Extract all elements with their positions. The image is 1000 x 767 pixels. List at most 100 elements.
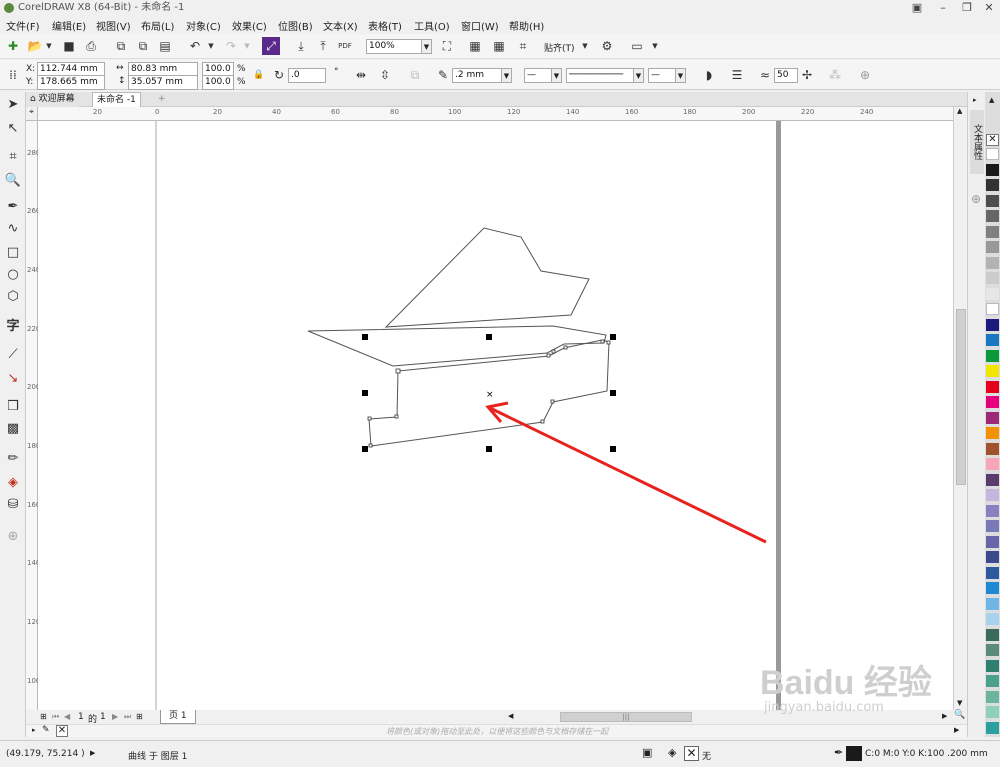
crop-tool-icon[interactable]: ⌗ — [4, 148, 22, 166]
palette-swatch[interactable] — [986, 148, 999, 160]
lock-ratio-icon[interactable]: 🔒 — [250, 66, 268, 84]
save-icon[interactable]: ■ — [60, 37, 78, 55]
scroll-up-icon[interactable]: ▲ — [957, 107, 962, 115]
tab-document[interactable]: 未命名 -1 — [92, 92, 141, 107]
node-handle[interactable] — [546, 353, 551, 358]
palette-swatch[interactable] — [986, 613, 999, 625]
selection-handle[interactable] — [362, 446, 368, 452]
import-icon[interactable]: ⤓ — [292, 37, 310, 55]
wrap-text-icon[interactable]: ☰ — [728, 66, 746, 84]
menu-view[interactable]: 视图(V) — [96, 18, 131, 33]
menu-text[interactable]: 文本(X) — [323, 18, 358, 33]
export-icon[interactable]: ⤒ — [314, 37, 332, 55]
hscroll-left-icon[interactable]: ◀ — [508, 712, 513, 720]
palette-swatch[interactable] — [986, 318, 999, 331]
node-handle[interactable] — [395, 368, 401, 374]
menu-object[interactable]: 对象(C) — [186, 18, 221, 33]
ruler-origin-icon[interactable]: ⌖ — [26, 107, 38, 121]
palette-swatch[interactable] — [986, 659, 999, 672]
palette-swatch[interactable] — [986, 628, 999, 641]
mirror-vertical-icon[interactable]: ⇳ — [376, 66, 394, 84]
new-tab-icon[interactable]: + — [154, 92, 170, 107]
palette-swatch[interactable] — [986, 225, 999, 238]
height-input[interactable]: 35.057 mm — [128, 75, 198, 90]
color-proof-icon[interactable]: ▣ — [642, 746, 652, 759]
end-arrowhead-dropdown-icon[interactable]: ▼ — [675, 68, 686, 83]
redo-dropdown-icon[interactable]: ▼ — [238, 37, 256, 55]
palette-swatch[interactable] — [986, 241, 999, 253]
palette-swatch[interactable] — [986, 272, 999, 284]
menu-window[interactable]: 窗口(W) — [461, 18, 499, 33]
snap-to-menu[interactable]: 贴齐(T) — [544, 41, 575, 54]
horizontal-scroll-thumb[interactable]: ||| — [560, 712, 692, 722]
upper-shape[interactable] — [384, 227, 590, 328]
line-style-dropdown-icon[interactable]: ▼ — [633, 68, 644, 83]
line-style-select[interactable]: ────────── — [566, 68, 634, 83]
mirror-horizontal-icon[interactable]: ⇹ — [352, 66, 370, 84]
center-mark-icon[interactable]: × — [486, 390, 494, 400]
node-handle[interactable] — [540, 419, 545, 424]
palette-swatch[interactable] — [986, 427, 999, 439]
add-quick-customize-icon[interactable]: ⊕ — [856, 66, 874, 84]
last-page-icon[interactable]: ⏭ — [124, 712, 131, 722]
doc-palette-menu-icon[interactable]: ▸ — [32, 726, 36, 734]
node-handle[interactable] — [368, 443, 373, 448]
palette-swatch[interactable] — [986, 597, 999, 610]
scale-y-input[interactable]: 100.0 — [202, 75, 234, 90]
palette-swatch[interactable] — [986, 210, 999, 222]
flat-shape[interactable] — [307, 325, 607, 367]
menu-tools[interactable]: 工具(O) — [414, 18, 450, 33]
fill-bucket-icon[interactable]: ◈ — [668, 746, 676, 759]
palette-swatch[interactable] — [986, 690, 999, 703]
doc-palette-scroll-icon[interactable]: ▶ — [954, 726, 959, 734]
drop-shadow-tool-icon[interactable]: ❒ — [4, 398, 22, 416]
node-handle[interactable] — [367, 416, 372, 421]
selection-handle[interactable] — [362, 390, 368, 396]
cut-icon[interactable]: ⧉ — [112, 37, 130, 55]
menu-bitmaps[interactable]: 位图(B) — [278, 18, 313, 33]
vertical-scrollbar[interactable]: ▲ ▼ — [953, 107, 967, 710]
palette-swatch[interactable] — [986, 675, 999, 687]
rotation-icon[interactable]: ↻ — [270, 66, 288, 84]
menu-help[interactable]: 帮助(H) — [509, 18, 544, 33]
palette-swatch[interactable] — [986, 442, 999, 455]
search-content-icon[interactable]: ⤢ — [262, 37, 280, 55]
palette-swatch[interactable] — [986, 721, 999, 734]
palette-swatch[interactable] — [986, 644, 999, 656]
parallel-dimension-tool-icon[interactable]: ⟋ — [4, 346, 22, 364]
palette-swatch[interactable] — [986, 706, 999, 718]
drawing-canvas-svg[interactable]: × — [38, 121, 953, 710]
outline-width-dropdown-icon[interactable]: ▼ — [501, 68, 512, 83]
show-rulers-icon[interactable]: ▦ — [466, 37, 484, 55]
outline-pen-icon[interactable]: ✎ — [434, 66, 452, 84]
fill-none-swatch-icon[interactable]: ✕ — [684, 746, 699, 761]
docker-expand-icon[interactable]: ▸ — [973, 96, 977, 104]
open-dropdown-icon[interactable]: ▼ — [40, 37, 58, 55]
scroll-down-icon[interactable]: ▼ — [957, 699, 962, 707]
rectangle-tool-icon[interactable]: □ — [4, 244, 22, 262]
selection-handle[interactable] — [486, 446, 492, 452]
close-button[interactable]: ✕ — [978, 0, 1000, 16]
outline-color-swatch[interactable] — [846, 746, 862, 761]
palette-swatch[interactable] — [986, 334, 999, 346]
object-origin-icon[interactable]: ⁞⁞ — [4, 66, 22, 84]
undo-dropdown-icon[interactable]: ▼ — [202, 37, 220, 55]
connector-tool-icon[interactable]: ↘ — [4, 370, 22, 388]
first-page-icon[interactable]: ⏮ — [52, 712, 59, 722]
palette-swatch[interactable] — [986, 163, 999, 176]
menu-edit[interactable]: 编辑(E) — [52, 18, 86, 33]
add-page-before-icon[interactable]: ⊞ — [40, 712, 47, 721]
transparency-tool-icon[interactable]: ▩ — [4, 420, 22, 438]
menu-layout[interactable]: 布局(L) — [141, 18, 174, 33]
restore-button[interactable]: ❐ — [956, 0, 978, 16]
palette-swatch[interactable] — [986, 256, 999, 269]
show-guidelines-icon[interactable]: ⌗ — [514, 37, 532, 55]
copy-icon[interactable]: ⧉ — [134, 37, 152, 55]
smoothing-slider-icon[interactable]: ✢ — [798, 66, 816, 84]
polygon-tool-icon[interactable]: ⬡ — [4, 288, 22, 306]
full-screen-icon[interactable]: ⛶ — [438, 37, 456, 55]
hscroll-right-icon[interactable]: ▶ — [942, 712, 947, 720]
palette-swatch[interactable] — [986, 520, 999, 532]
menu-effects[interactable]: 效果(C) — [232, 18, 267, 33]
palette-swatch[interactable] — [986, 566, 999, 579]
